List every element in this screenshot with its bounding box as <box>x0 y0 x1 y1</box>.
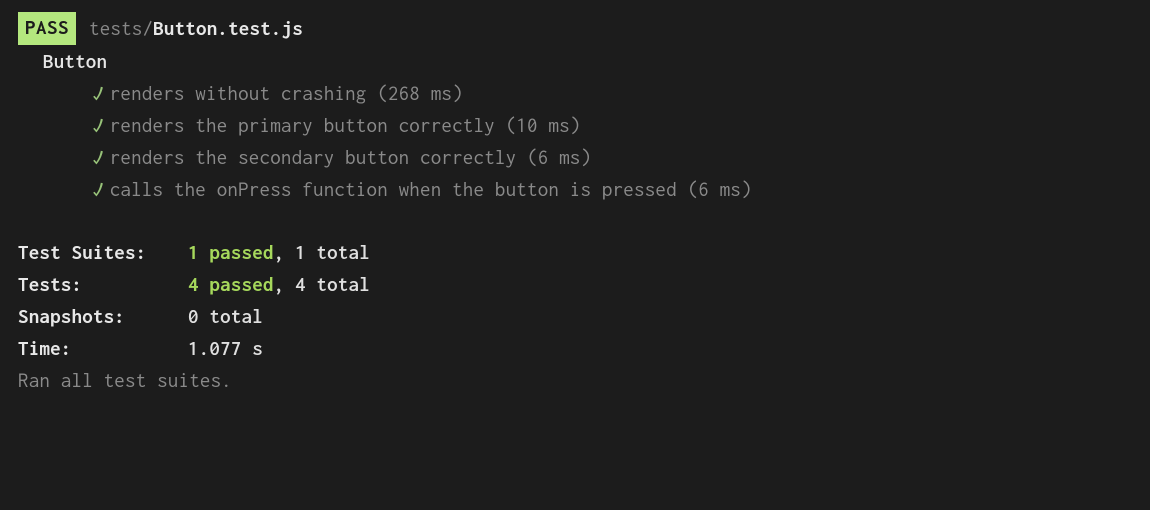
check-icon: ✓ <box>93 82 104 104</box>
summary-tests-label: Tests: <box>18 269 188 301</box>
summary-suites-value: 1 passed, 1 total <box>188 237 370 269</box>
summary-snapshots: Snapshots: 0 total <box>18 301 1132 333</box>
pass-badge: PASS <box>18 12 76 45</box>
test-item: ✓ renders without crashing (268 ms) <box>93 78 1132 110</box>
test-item-text: renders without crashing (268 ms) <box>110 82 463 104</box>
blank-line <box>18 205 1132 237</box>
summary-suites-label: Test Suites: <box>18 237 188 269</box>
file-directory: tests/ <box>89 17 153 39</box>
summary-time: Time: 1.077 s <box>18 333 1132 365</box>
summary-tests-value: 4 passed, 4 total <box>188 269 370 301</box>
snapshots-value: 0 total <box>188 301 263 333</box>
file-path-container: tests/Button.test.js <box>89 13 303 45</box>
test-file-header: PASS tests/Button.test.js <box>18 12 1132 45</box>
suites-passed-count: 1 passed <box>188 241 274 263</box>
test-item: ✓ renders the primary button correctly (1… <box>93 110 1132 142</box>
test-item-text: renders the primary button correctly (10… <box>110 114 581 136</box>
summary-snapshots-label: Snapshots: <box>18 301 188 333</box>
check-icon: ✓ <box>93 114 104 136</box>
summary: Test Suites: 1 passed, 1 total Tests: 4 … <box>18 237 1132 365</box>
suites-total: , 1 total <box>274 241 370 263</box>
test-item-text: renders the secondary button correctly (… <box>110 146 592 168</box>
test-item-text: calls the onPress function when the butt… <box>110 178 752 200</box>
time-value: 1.077 s <box>188 333 263 365</box>
summary-tests: Tests: 4 passed, 4 total <box>18 269 1132 301</box>
tests-total: , 4 total <box>274 273 370 295</box>
summary-time-label: Time: <box>18 333 188 365</box>
check-icon: ✓ <box>93 178 104 200</box>
test-suite-name: Button <box>18 46 1132 78</box>
test-item: ✓ calls the onPress function when the but… <box>93 174 1132 206</box>
check-icon: ✓ <box>93 146 104 168</box>
test-list: ✓ renders without crashing (268 ms) ✓ rende… <box>18 78 1132 206</box>
summary-suites: Test Suites: 1 passed, 1 total <box>18 237 1132 269</box>
footer-message: Ran all test suites. <box>18 365 1132 397</box>
file-name: Button.test.js <box>153 17 303 39</box>
tests-passed-count: 4 passed <box>188 273 274 295</box>
test-item: ✓ renders the secondary button correctly … <box>93 142 1132 174</box>
